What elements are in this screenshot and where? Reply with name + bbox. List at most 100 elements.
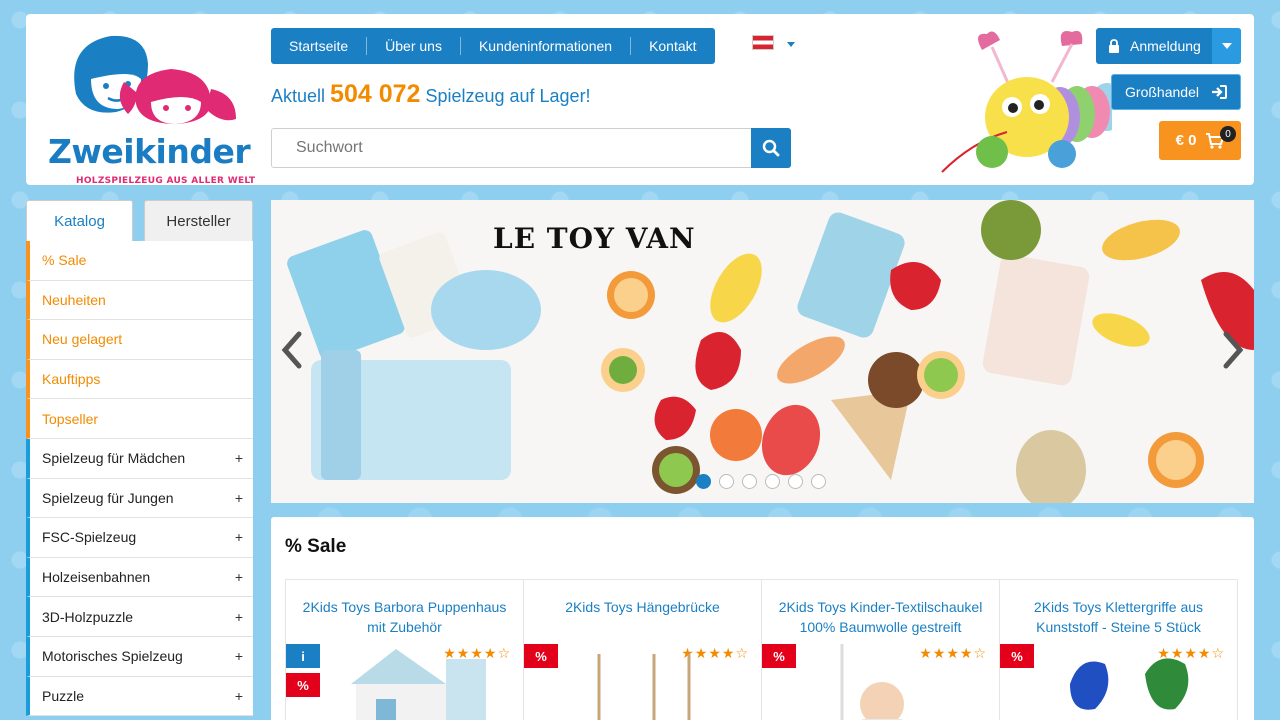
language-flag-icon[interactable]	[752, 35, 774, 50]
expand-icon[interactable]: +	[235, 648, 243, 664]
stock-number: 504 072	[330, 80, 421, 108]
category-item[interactable]: Neu gelagert	[26, 320, 253, 360]
slider-prev-icon[interactable]	[279, 330, 303, 370]
product-image	[840, 644, 904, 720]
login-label-wrap: Anmeldung	[1096, 38, 1212, 54]
wholesale-button[interactable]: Großhandel	[1111, 74, 1241, 110]
product-grid: 2Kids Toys Barbora Puppenhaus mit Zubehö…	[285, 579, 1238, 720]
nav-ueber-uns[interactable]: Über uns	[367, 37, 461, 55]
sign-in-icon	[1211, 85, 1227, 99]
product-name[interactable]: 2Kids Toys Klettergriffe aus Kunststoff …	[1000, 580, 1237, 637]
nav-startseite[interactable]: Startseite	[271, 37, 368, 55]
cart-count-badge: 0	[1220, 126, 1236, 142]
logo[interactable]: Zweikinder HOLZSPIELZEUG AUS ALLER WELT	[36, 24, 256, 186]
brand-logo: LE TOY VAN	[493, 222, 696, 255]
category-item[interactable]: Spielzeug für Mädchen +	[26, 438, 253, 479]
sale-badge: %	[286, 673, 320, 697]
category-label: Neu gelagert	[42, 331, 123, 348]
stock-prefix: Aktuell	[271, 86, 326, 106]
main-nav: Startseite Über uns Kundeninformationen …	[271, 28, 715, 64]
product-name[interactable]: 2Kids Toys Hängebrücke	[524, 580, 761, 617]
category-label: Neuheiten	[42, 291, 106, 308]
category-label: Spielzeug für Jungen	[42, 489, 174, 506]
category-label: FSC-Spielzeug	[42, 529, 137, 546]
slider-dot[interactable]	[811, 474, 826, 489]
category-item[interactable]: Puzzle +	[26, 676, 253, 717]
product-card[interactable]: 2Kids Toys Barbora Puppenhaus mit Zubehö…	[285, 579, 524, 720]
product-name[interactable]: 2Kids Toys Kinder-Textilschaukel 100% Ba…	[762, 580, 999, 637]
category-item[interactable]: Spielzeug für Jungen +	[26, 478, 253, 519]
section-title: % Sale	[285, 536, 347, 557]
category-list: % Sale Neuheiten Neu gelagert Kauftipps …	[26, 241, 253, 717]
category-sidebar: Katalog Hersteller % Sale Neuheiten Neu …	[26, 200, 253, 720]
slider-dot[interactable]	[765, 474, 780, 489]
category-item[interactable]: FSC-Spielzeug +	[26, 518, 253, 558]
search-bar	[271, 128, 791, 168]
slider-dot[interactable]	[696, 474, 711, 489]
sidebar-tabs: Katalog Hersteller	[26, 200, 253, 241]
product-card[interactable]: 2Kids Toys Hängebrücke ★★★★☆ %	[523, 579, 762, 720]
search-button[interactable]	[751, 128, 791, 168]
search-input[interactable]	[272, 129, 751, 167]
nav-kundeninformationen[interactable]: Kundeninformationen	[461, 37, 632, 55]
product-card[interactable]: 2Kids Toys Klettergriffe aus Kunststoff …	[999, 579, 1238, 720]
login-label: Anmeldung	[1130, 38, 1201, 54]
category-item[interactable]: % Sale	[26, 241, 253, 281]
caterpillar-toy-image	[912, 22, 1125, 182]
category-item[interactable]: Neuheiten	[26, 280, 253, 321]
expand-icon[interactable]: +	[235, 450, 243, 466]
slider-image	[287, 200, 1254, 503]
expand-icon[interactable]: +	[235, 490, 243, 506]
category-label: Spielzeug für Mädchen	[42, 450, 186, 467]
product-image	[1070, 658, 1189, 710]
cart-button[interactable]: € 0 0	[1159, 121, 1241, 160]
category-item[interactable]: Holzeisenbahnen +	[26, 557, 253, 598]
category-item[interactable]: Topseller	[26, 399, 253, 439]
slider-dots	[696, 474, 826, 489]
sale-badge: %	[1000, 644, 1034, 668]
product-card[interactable]: 2Kids Toys Kinder-Textilschaukel 100% Ba…	[761, 579, 1000, 720]
slider-dot[interactable]	[719, 474, 734, 489]
chevron-down-icon[interactable]	[787, 42, 795, 47]
logo-text: Zweikinder	[48, 132, 251, 171]
info-badge[interactable]: i	[286, 644, 320, 668]
login-button[interactable]: Anmeldung	[1096, 28, 1241, 64]
slider-next-icon[interactable]	[1222, 330, 1246, 370]
logo-kids-icon	[74, 35, 236, 124]
tab-katalog[interactable]: Katalog	[26, 200, 133, 241]
slider-dot[interactable]	[788, 474, 803, 489]
expand-icon[interactable]: +	[235, 609, 243, 625]
sale-badge: %	[762, 644, 796, 668]
expand-icon[interactable]: +	[235, 688, 243, 704]
category-item[interactable]: Kauftipps	[26, 359, 253, 400]
category-item[interactable]: 3D-Holzpuzzle +	[26, 597, 253, 637]
slider-dot[interactable]	[742, 474, 757, 489]
expand-icon[interactable]: +	[235, 529, 243, 545]
category-label: Puzzle	[42, 687, 85, 704]
hero-slider[interactable]: LE TOY VAN	[271, 200, 1254, 503]
cart-total: € 0	[1175, 132, 1197, 149]
logo-tagline: HOLZSPIELZEUG AUS ALLER WELT	[76, 176, 256, 186]
caret-down-icon	[1221, 43, 1232, 49]
nav-kontakt[interactable]: Kontakt	[631, 37, 714, 55]
product-name[interactable]: 2Kids Toys Barbora Puppenhaus mit Zubehö…	[286, 580, 523, 637]
category-label: Kauftipps	[42, 371, 101, 388]
category-item[interactable]: Motorisches Spielzeug +	[26, 636, 253, 677]
lock-icon	[1109, 39, 1119, 53]
category-label: 3D-Holzpuzzle	[42, 608, 134, 625]
sale-section: % Sale 2Kids Toys Barbora Puppenhaus mit…	[271, 517, 1254, 720]
sale-badge: %	[524, 644, 558, 668]
category-label: Topseller	[42, 410, 99, 427]
product-image	[351, 649, 486, 720]
expand-icon[interactable]: +	[235, 569, 243, 585]
site-header: Zweikinder HOLZSPIELZEUG AUS ALLER WELT …	[26, 14, 1254, 186]
login-dropdown-toggle[interactable]	[1212, 28, 1241, 64]
category-label: Holzeisenbahnen	[42, 569, 151, 586]
tab-hersteller[interactable]: Hersteller	[144, 200, 253, 241]
category-label: % Sale	[42, 252, 87, 269]
stock-suffix: Spielzeug auf Lager!	[425, 86, 591, 106]
product-image	[597, 654, 691, 720]
wholesale-label: Großhandel	[1125, 84, 1199, 100]
search-icon	[762, 139, 780, 157]
stock-info: Aktuell 504 072 Spielzeug auf Lager!	[271, 80, 591, 109]
